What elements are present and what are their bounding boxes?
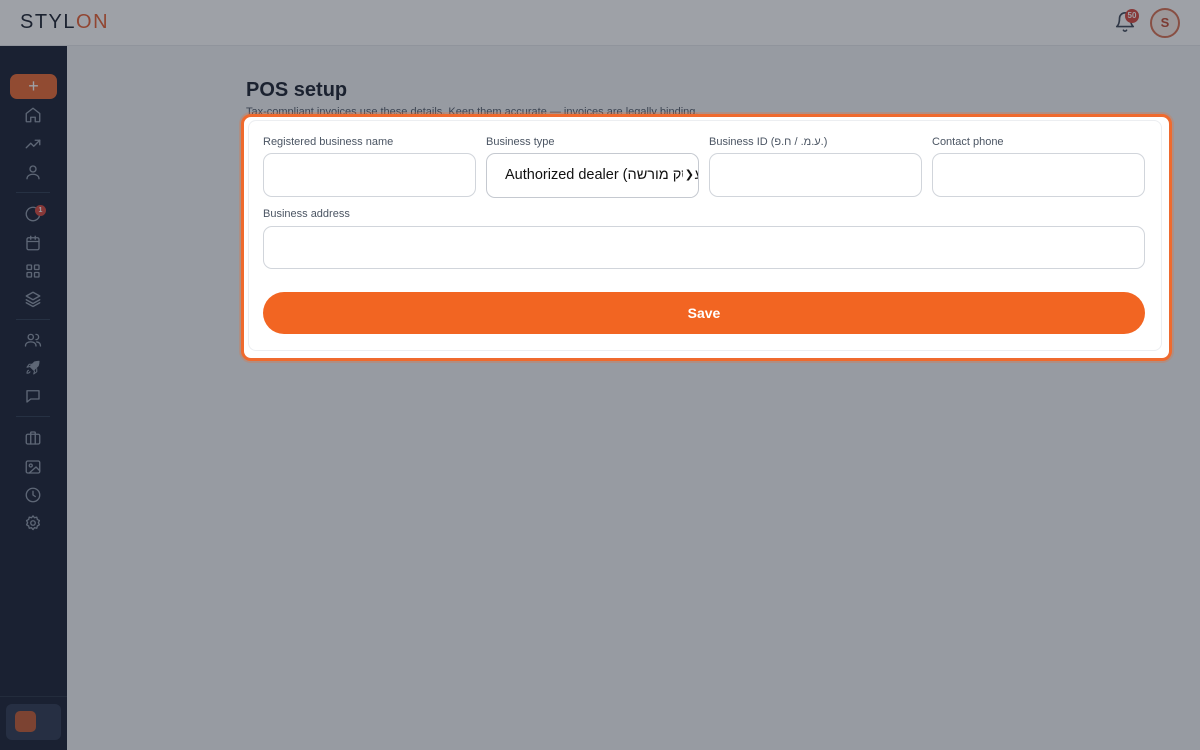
chevron-down-icon: ❯ xyxy=(682,154,694,197)
business-name-label: Registered business name xyxy=(263,136,394,148)
business-type-select[interactable]: Authorized dealer (עוסק מורשה) ❯ xyxy=(486,153,699,198)
spotlight-overlay xyxy=(0,0,1200,750)
business-id-label: Business ID (ע.מ. / ח.פ.) xyxy=(709,136,828,148)
contact-phone-input[interactable] xyxy=(932,153,1145,197)
business-address-label: Business address xyxy=(263,208,350,220)
business-type-value: Authorized dealer (עוסק מורשה) xyxy=(505,167,698,183)
business-type-label: Business type xyxy=(486,136,555,148)
business-id-input[interactable] xyxy=(709,153,922,197)
business-address-input[interactable] xyxy=(263,226,1145,269)
save-button[interactable]: Save xyxy=(263,292,1145,334)
contact-phone-label: Contact phone xyxy=(932,136,1004,148)
business-name-input[interactable] xyxy=(263,153,476,197)
